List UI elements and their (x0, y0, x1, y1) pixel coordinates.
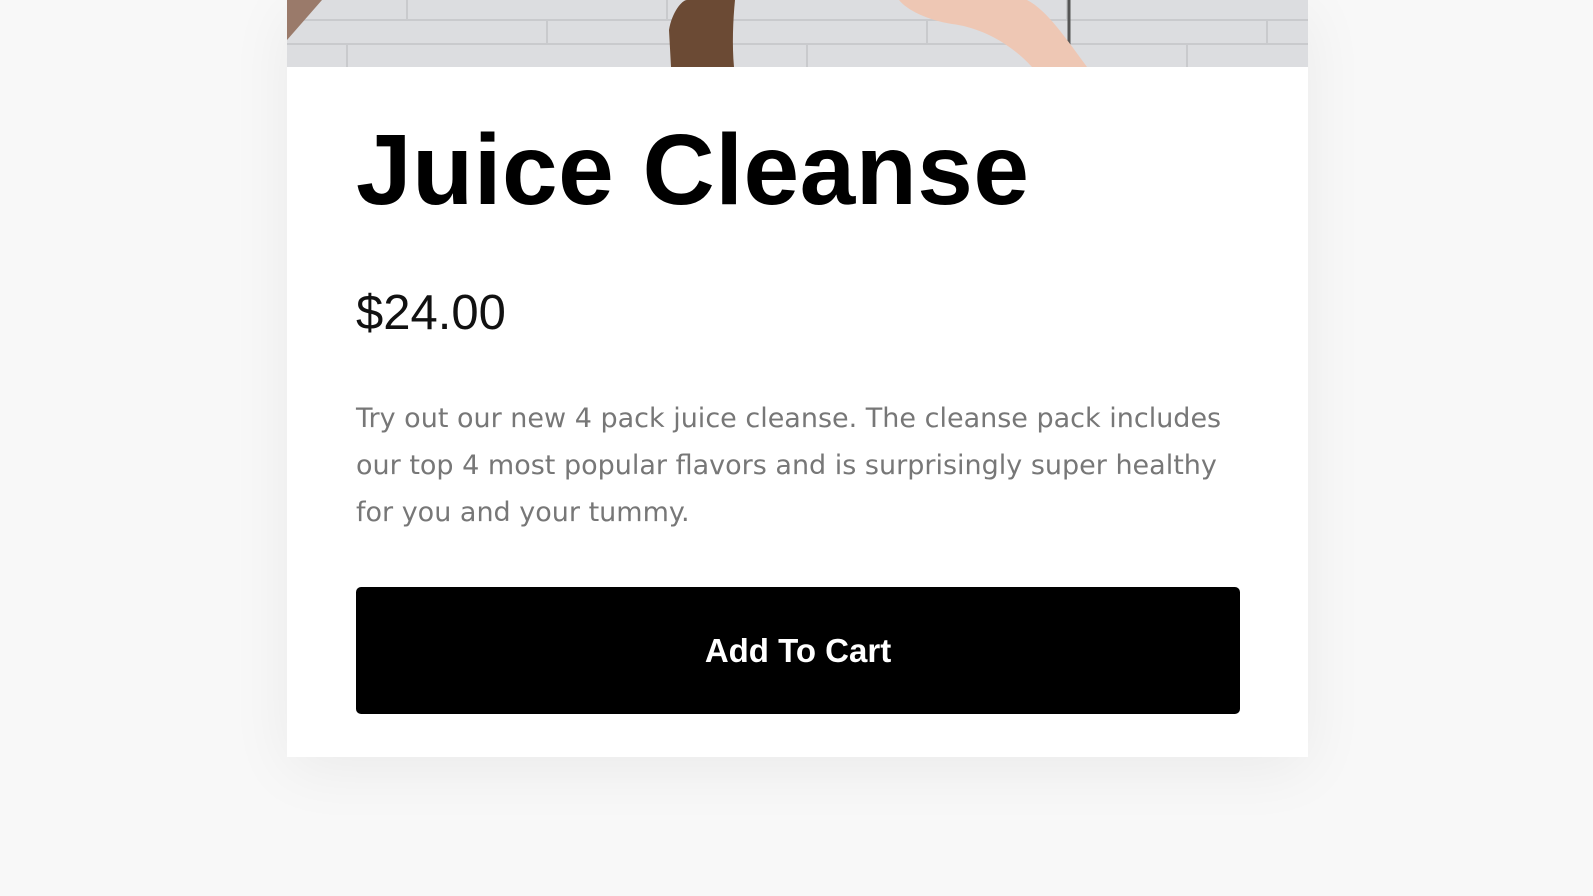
product-hero-image (287, 0, 1308, 67)
product-title: Juice Cleanse (356, 114, 1030, 226)
product-page: Juice Cleanse $24.00 Try out our new 4 p… (0, 0, 1593, 896)
add-to-cart-button[interactable]: Add To Cart (356, 587, 1240, 714)
product-details: Juice Cleanse $24.00 Try out our new 4 p… (356, 67, 1240, 714)
product-description: Try out our new 4 pack juice cleanse. Th… (356, 403, 1222, 528)
product-card: Juice Cleanse $24.00 Try out our new 4 p… (287, 0, 1308, 757)
product-price: $24.00 (356, 286, 506, 340)
